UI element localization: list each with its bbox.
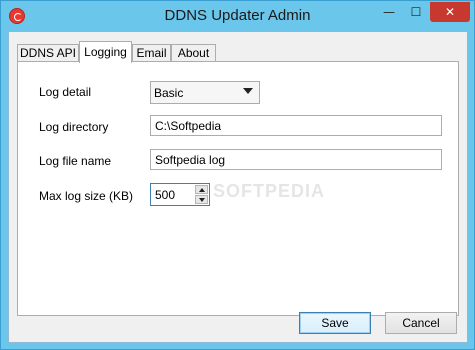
log-detail-value: Basic — [154, 86, 184, 100]
spin-up-icon[interactable] — [195, 185, 208, 194]
log-directory-input[interactable]: C:\Softpedia — [150, 115, 442, 136]
log-directory-label: Log directory — [39, 120, 109, 134]
maximize-button[interactable]: ☐ — [403, 2, 429, 22]
app-window: DDNS Updater Admin — ☐ ✕ DDNS API Loggin… — [0, 0, 475, 350]
chevron-down-icon — [243, 88, 253, 94]
tab-email[interactable]: Email — [132, 44, 171, 62]
log-file-name-value: Softpedia log — [155, 153, 226, 167]
save-button[interactable]: Save — [299, 312, 371, 334]
max-log-size-value: 500 — [155, 188, 176, 202]
minimize-button[interactable]: — — [376, 2, 402, 22]
log-detail-label: Log detail — [39, 85, 92, 99]
spin-down-icon[interactable] — [195, 195, 208, 204]
tab-about[interactable]: About — [171, 44, 216, 62]
tab-logging[interactable]: Logging — [79, 41, 132, 63]
log-file-name-input[interactable]: Softpedia log — [150, 149, 442, 170]
spin-buttons — [195, 185, 208, 204]
dialog-client-area: DDNS API Logging Email About Log detail … — [8, 31, 468, 343]
log-directory-value: C:\Softpedia — [155, 119, 222, 133]
tab-ddns-api[interactable]: DDNS API — [17, 44, 79, 62]
log-detail-select[interactable]: Basic — [150, 81, 260, 104]
max-log-size-label: Max log size (KB) — [39, 189, 134, 203]
cancel-button[interactable]: Cancel — [385, 312, 457, 334]
close-button[interactable]: ✕ — [430, 2, 470, 22]
title-bar[interactable]: DDNS Updater Admin — ☐ ✕ — [1, 1, 474, 31]
softpedia-watermark: SOFTPEDIA — [213, 181, 326, 201]
log-file-name-label: Log file name — [39, 154, 112, 168]
max-log-size-stepper[interactable]: 500 — [150, 183, 210, 206]
logging-panel: Log detail Basic Log directory C:\Softpe… — [17, 61, 459, 316]
